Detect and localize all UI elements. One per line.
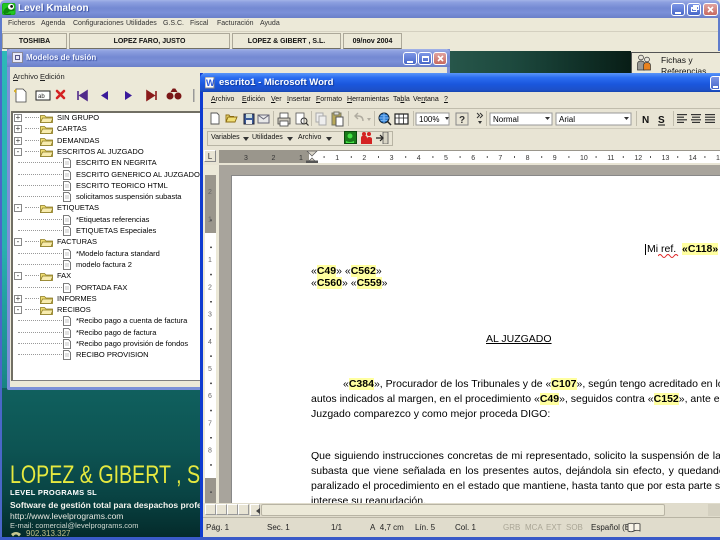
svg-text:N: N — [642, 115, 649, 126]
svg-text:6: 6 — [471, 155, 475, 162]
svg-text:13: 13 — [662, 155, 670, 162]
svg-text:9: 9 — [553, 155, 557, 162]
svg-text:1: 1 — [335, 155, 339, 162]
svg-text:2: 2 — [272, 155, 276, 162]
svg-text:8: 8 — [526, 155, 530, 162]
svg-text:Arial: Arial — [559, 115, 575, 124]
svg-text:15: 15 — [716, 155, 720, 162]
svg-text:S: S — [658, 115, 665, 126]
svg-text:2: 2 — [362, 155, 366, 162]
svg-text:3: 3 — [244, 155, 248, 162]
svg-text:4: 4 — [417, 155, 421, 162]
svg-text:11: 11 — [607, 155, 614, 162]
svg-text:3: 3 — [390, 155, 394, 162]
svg-text:Normal: Normal — [493, 115, 519, 124]
svg-text:W: W — [206, 78, 215, 88]
svg-text:7: 7 — [498, 155, 502, 162]
svg-text:100%: 100% — [419, 115, 439, 124]
svg-text:1: 1 — [299, 155, 303, 162]
svg-text:10: 10 — [580, 155, 588, 162]
svg-text:14: 14 — [689, 155, 697, 162]
svg-text:?: ? — [459, 115, 465, 126]
svg-text:12: 12 — [634, 155, 642, 162]
svg-text:5: 5 — [444, 155, 448, 162]
